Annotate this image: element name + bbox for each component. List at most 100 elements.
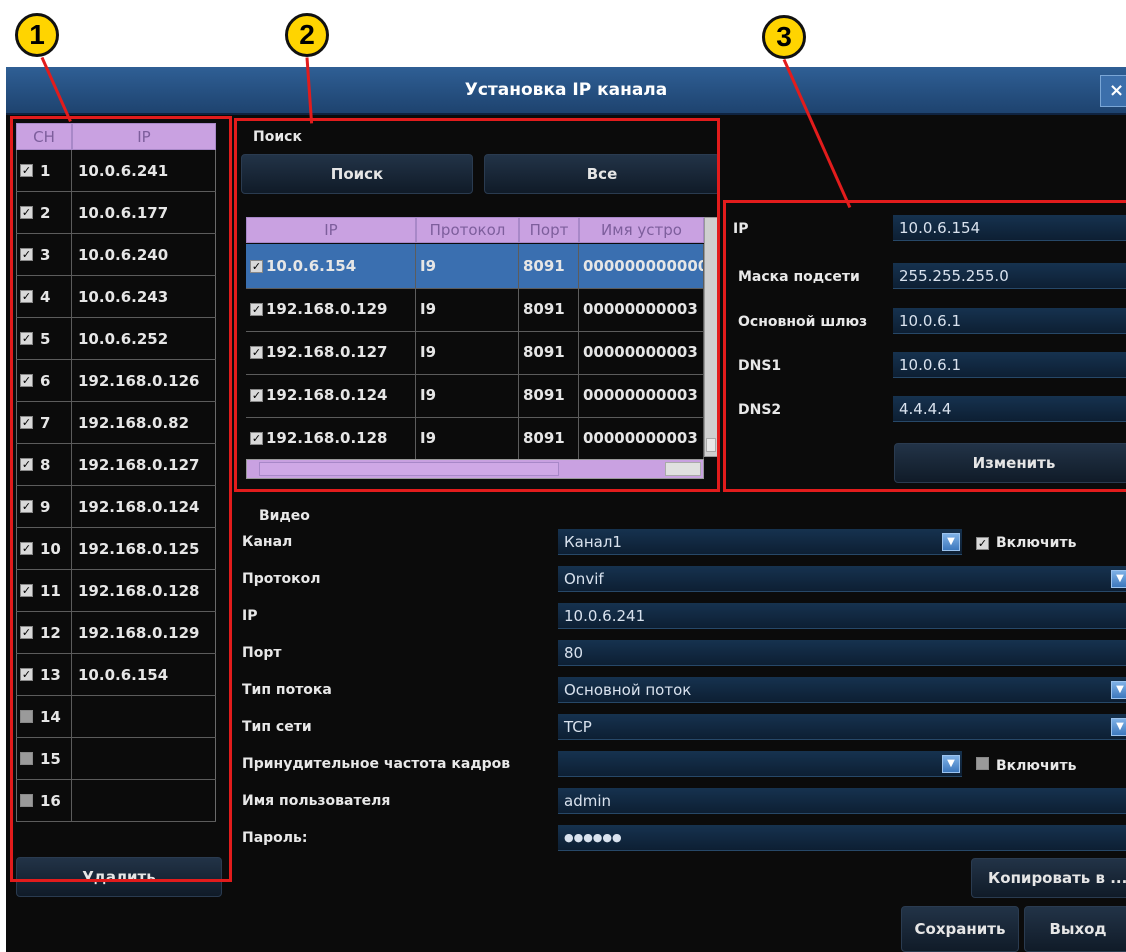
vscroll-thumb[interactable]	[706, 438, 716, 452]
channel-checkbox[interactable]: ✓	[20, 290, 33, 303]
channel-row[interactable]: ✓ 1 10.0.6.241	[16, 150, 216, 192]
channel-checkbox[interactable]: ✓	[20, 164, 33, 177]
fps-dropdown-icon[interactable]: ▼	[942, 755, 960, 773]
channel-checkbox[interactable]: ✓	[20, 206, 33, 219]
channel-number-cell[interactable]: ✓ 11	[16, 570, 72, 611]
video-protocol-select[interactable]: Onvif	[558, 566, 1126, 592]
channel-number-cell[interactable]: ✓ 1	[16, 150, 72, 191]
channel-checkbox[interactable]: ✓	[20, 500, 33, 513]
channel-number-cell[interactable]: ✓ 8	[16, 444, 72, 485]
search-vscrollbar[interactable]	[704, 217, 718, 457]
channel-checkbox[interactable]: ✓	[20, 542, 33, 555]
search-header-ip[interactable]: IP	[246, 217, 416, 243]
video-fps-select[interactable]	[558, 751, 962, 777]
channel-number-cell[interactable]: ✓ 4	[16, 276, 72, 317]
channel-checkbox[interactable]: ✓	[20, 248, 33, 261]
search-name-cell-text: 00000000003	[583, 343, 698, 361]
channel-row[interactable]: 16	[16, 780, 216, 822]
channel-row[interactable]: ✓ 7 192.168.0.82	[16, 402, 216, 444]
net-ip-field[interactable]: 10.0.6.154	[893, 215, 1126, 241]
net-mask-field[interactable]: 255.255.255.0	[893, 263, 1126, 289]
channel-checkbox[interactable]: ✓	[20, 626, 33, 639]
hscroll-arrows[interactable]	[665, 462, 701, 476]
channel-number-cell[interactable]: ✓ 2	[16, 192, 72, 233]
channel-row[interactable]: ✓ 5 10.0.6.252	[16, 318, 216, 360]
search-row-checkbox[interactable]: ✓	[250, 302, 263, 316]
net-dropdown-icon[interactable]: ▼	[1111, 718, 1126, 736]
search-hscrollbar[interactable]	[246, 459, 704, 479]
video-port-field[interactable]: 80	[558, 640, 1126, 666]
copy-to-button[interactable]: Копировать в ...	[971, 858, 1126, 898]
exit-button[interactable]: Выход	[1024, 906, 1126, 952]
delete-button[interactable]: Удалить	[16, 857, 222, 897]
all-button[interactable]: Все	[484, 154, 720, 194]
net-dns2-field[interactable]: 4.4.4.4	[893, 396, 1126, 422]
protocol-dropdown-icon[interactable]: ▼	[1111, 570, 1126, 588]
channel-row[interactable]: ✓ 11 192.168.0.128	[16, 570, 216, 612]
channel-row[interactable]: ✓ 10 192.168.0.125	[16, 528, 216, 570]
search-result-row[interactable]: ✓ 192.168.0.124 I9 8091 00000000003	[246, 373, 704, 418]
channel-row[interactable]: ✓ 2 10.0.6.177	[16, 192, 216, 234]
channel-row[interactable]: ✓ 13 10.0.6.154	[16, 654, 216, 696]
channel-row[interactable]: ✓ 4 10.0.6.243	[16, 276, 216, 318]
channel-checkbox[interactable]: ✓	[20, 584, 33, 597]
search-row-checkbox[interactable]: ✓	[250, 345, 263, 359]
stream-dropdown-icon[interactable]: ▼	[1111, 681, 1126, 699]
hscroll-thumb[interactable]	[259, 462, 559, 476]
channel-checkbox[interactable]	[20, 710, 33, 723]
search-row-checkbox[interactable]: ✓	[250, 431, 263, 445]
channel-number-cell[interactable]: ✓ 12	[16, 612, 72, 653]
channel-row[interactable]: 14	[16, 696, 216, 738]
channel-checkbox[interactable]: ✓	[20, 332, 33, 345]
video-pass-field[interactable]: ●●●●●●	[558, 825, 1126, 851]
video-user-field[interactable]: admin	[558, 788, 1126, 814]
channel-row[interactable]: ✓ 3 10.0.6.240	[16, 234, 216, 276]
fps-enable[interactable]: Включить	[976, 757, 1076, 774]
video-net-select[interactable]: TCP	[558, 714, 1126, 740]
channel-checkbox[interactable]: ✓	[20, 668, 33, 681]
channel-row[interactable]: 15	[16, 738, 216, 780]
channel-number-cell[interactable]: ✓ 9	[16, 486, 72, 527]
channel-checkbox[interactable]	[20, 794, 33, 807]
search-header-port[interactable]: Порт	[519, 217, 579, 243]
channel-checkbox[interactable]	[20, 752, 33, 765]
net-gateway-field[interactable]: 10.0.6.1	[893, 308, 1126, 334]
channel-row[interactable]: ✓ 6 192.168.0.126	[16, 360, 216, 402]
channel-dropdown-icon[interactable]: ▼	[942, 533, 960, 551]
channel-row[interactable]: ✓ 9 192.168.0.124	[16, 486, 216, 528]
search-button[interactable]: Поиск	[241, 154, 473, 194]
channel-checkbox[interactable]: ✓	[20, 458, 33, 471]
channel-number-cell[interactable]: ✓ 6	[16, 360, 72, 401]
video-stream-select[interactable]: Основной поток	[558, 677, 1126, 703]
search-result-row[interactable]: ✓ 192.168.0.129 I9 8091 00000000003	[246, 287, 704, 332]
channel-number-cell[interactable]: ✓ 13	[16, 654, 72, 695]
search-result-row[interactable]: ✓ 192.168.0.128 I9 8091 00000000003	[246, 416, 704, 461]
channel-number-cell[interactable]: ✓ 3	[16, 234, 72, 275]
channel-enable[interactable]: ✓ Включить	[976, 535, 1076, 551]
channel-number-cell[interactable]: ✓ 10	[16, 528, 72, 569]
marker-1: 1	[15, 13, 59, 57]
search-header-name[interactable]: Имя устро	[579, 217, 704, 243]
channel-enable-checkbox[interactable]: ✓	[976, 537, 989, 550]
search-header-protocol[interactable]: Протокол	[416, 217, 519, 243]
search-row-checkbox[interactable]: ✓	[250, 388, 263, 402]
channel-number-cell[interactable]: 16	[16, 780, 72, 821]
search-row-checkbox[interactable]: ✓	[250, 259, 263, 273]
net-dns1-field[interactable]: 10.0.6.1	[893, 352, 1126, 378]
video-ip-field[interactable]: 10.0.6.241	[558, 603, 1126, 629]
change-button[interactable]: Изменить	[894, 443, 1126, 483]
search-result-row[interactable]: ✓ 10.0.6.154 I9 8091 000000000000	[246, 244, 704, 289]
channel-number-cell[interactable]: 15	[16, 738, 72, 779]
channel-number-cell[interactable]: 14	[16, 696, 72, 737]
channel-row[interactable]: ✓ 8 192.168.0.127	[16, 444, 216, 486]
channel-number-cell[interactable]: ✓ 5	[16, 318, 72, 359]
video-channel-select[interactable]: Канал1	[558, 529, 962, 555]
channel-row[interactable]: ✓ 12 192.168.0.129	[16, 612, 216, 654]
channel-number-cell[interactable]: ✓ 7	[16, 402, 72, 443]
fps-enable-checkbox[interactable]	[976, 757, 989, 770]
save-button[interactable]: Сохранить	[901, 906, 1019, 952]
search-result-row[interactable]: ✓ 192.168.0.127 I9 8091 00000000003	[246, 330, 704, 375]
channel-checkbox[interactable]: ✓	[20, 416, 33, 429]
close-button[interactable]: ×	[1100, 75, 1126, 107]
channel-checkbox[interactable]: ✓	[20, 374, 33, 387]
